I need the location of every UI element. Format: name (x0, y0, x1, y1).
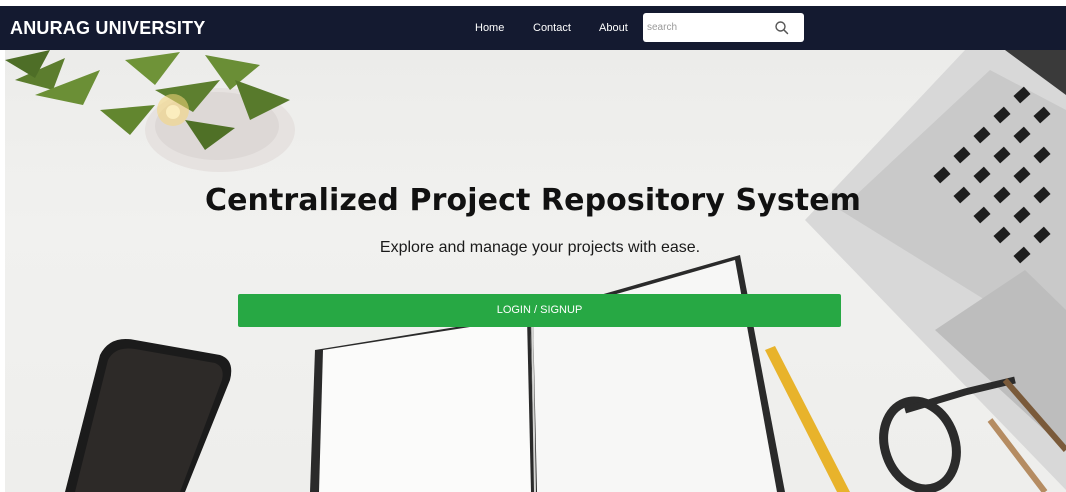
notebook-image (310, 255, 785, 492)
search-input[interactable] (647, 18, 765, 36)
page: ANURAG UNIVERSITY Home Contact About sea… (0, 0, 1066, 492)
login-signup-button[interactable]: LOGIN / SIGNUP (238, 294, 841, 327)
nav-link-contact[interactable]: Contact (533, 22, 571, 34)
brand-logo[interactable]: ANURAG UNIVERSITY (10, 18, 205, 39)
search-box (643, 13, 804, 42)
hero-subtitle: Explore and manage your projects with ea… (379, 239, 701, 256)
plant-image (5, 50, 295, 172)
phone-image (65, 339, 232, 492)
top-navbar: ANURAG UNIVERSITY Home Contact About (0, 6, 1066, 50)
hero-title: Centralized Project Repository System (204, 183, 862, 218)
nav-link-about[interactable]: About (599, 22, 628, 34)
hero-section: Centralized Project Repository System (5, 50, 1066, 492)
nav-link-home[interactable]: Home (475, 22, 504, 34)
search-icon[interactable] (771, 17, 793, 39)
hero-background-image (5, 50, 1066, 492)
laptop-image (805, 50, 1066, 490)
